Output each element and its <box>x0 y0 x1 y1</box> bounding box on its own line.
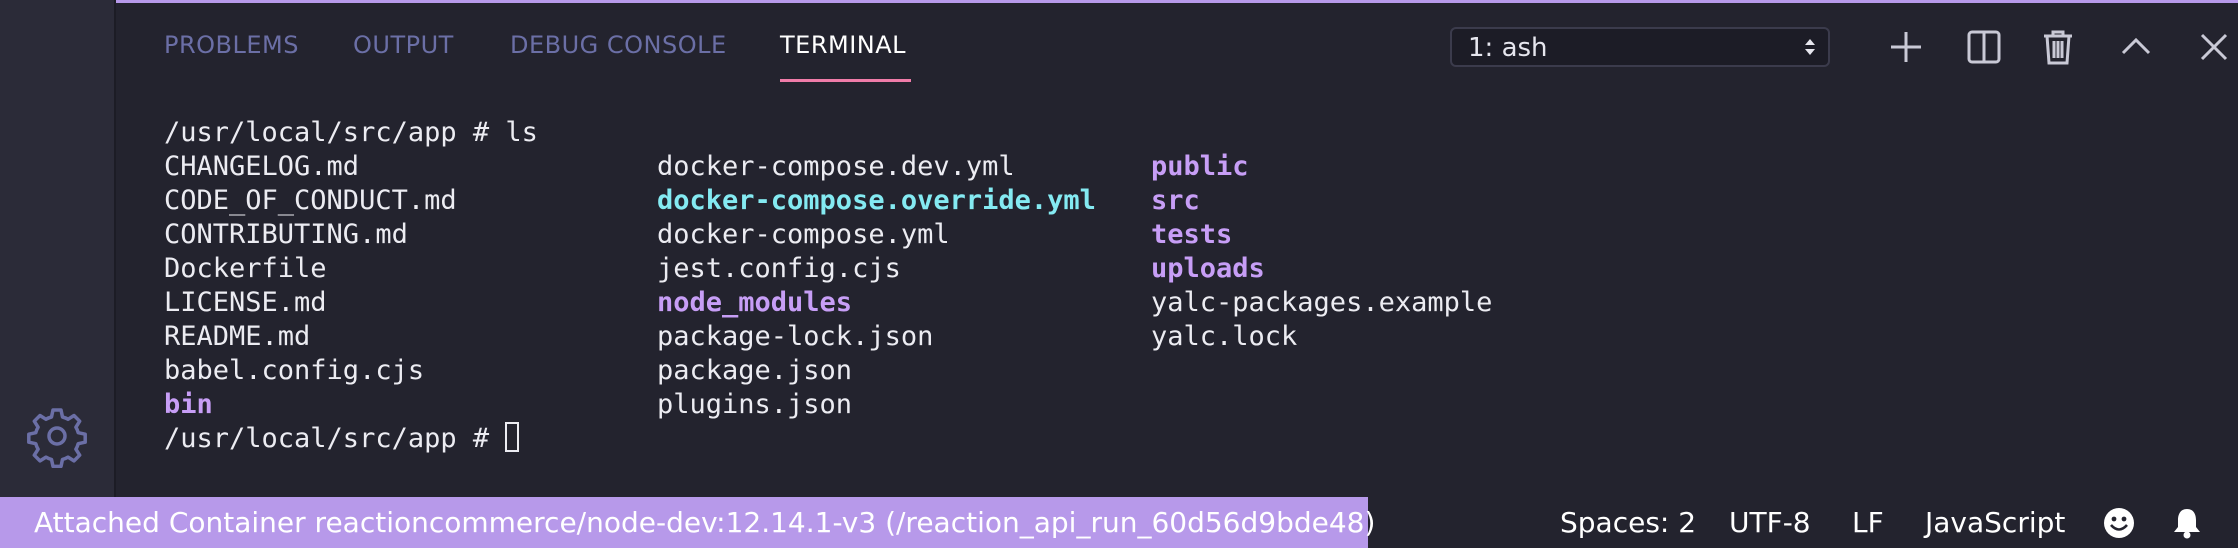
ls-entry: public <box>1151 151 1249 182</box>
terminal-select[interactable]: 1: ash <box>1450 27 1830 67</box>
indentation-status[interactable]: Spaces: 2 <box>1560 497 1696 548</box>
trash-icon[interactable] <box>2038 27 2078 67</box>
ls-column-1: CHANGELOG.md CODE_OF_CONDUCT.md CONTRIBUTI… <box>164 150 457 422</box>
tab-problems[interactable]: PROBLEMS <box>164 31 299 59</box>
ls-entry: README.md <box>164 321 311 352</box>
ls-entry: yalc-packages.example <box>1151 287 1493 318</box>
ls-entry: docker-compose.yml <box>657 219 950 250</box>
ls-column-2: docker-compose.dev.yml docker-compose.ove… <box>657 150 1096 422</box>
ls-entry: Dockerfile <box>164 253 327 284</box>
ls-entry: docker-compose.dev.yml <box>657 151 1015 182</box>
eol-status[interactable]: LF <box>1852 497 1884 548</box>
ls-entry: package-lock.json <box>657 321 934 352</box>
ls-entry: tests <box>1151 219 1233 250</box>
tab-terminal[interactable]: TERMINAL <box>780 31 906 59</box>
ls-entry: src <box>1151 185 1200 216</box>
chevron-up-icon[interactable] <box>2116 27 2156 67</box>
ls-entry: node_modules <box>657 287 853 318</box>
activity-bar <box>0 0 116 497</box>
terminal-command-line[interactable]: /usr/local/src/app # ls <box>164 116 538 150</box>
smiley-icon[interactable] <box>2102 506 2136 540</box>
close-icon[interactable] <box>2194 27 2234 67</box>
terminal-prompt: /usr/local/src/app # <box>164 117 506 148</box>
terminal-select-value: 1: ash <box>1468 33 1548 63</box>
active-tab-indicator <box>780 79 911 82</box>
tab-output[interactable]: OUTPUT <box>353 31 454 59</box>
plus-icon[interactable] <box>1886 27 1926 67</box>
tab-debug-console[interactable]: DEBUG CONSOLE <box>510 31 727 59</box>
terminal-cursor <box>505 422 520 452</box>
ls-entry: babel.config.cjs <box>164 355 425 386</box>
ls-entry: CONTRIBUTING.md <box>164 219 408 250</box>
remote-indicator[interactable]: Attached Container reactioncommerce/node… <box>0 497 1375 548</box>
ls-entry: plugins.json <box>657 389 853 420</box>
ls-entry: jest.config.cjs <box>657 253 901 284</box>
ls-entry: yalc.lock <box>1151 321 1298 352</box>
status-bar: Attached Container reactioncommerce/node… <box>0 497 2238 548</box>
ls-entry: bin <box>164 389 213 420</box>
bell-icon[interactable] <box>2170 506 2204 540</box>
ls-entry: docker-compose.override.yml <box>657 185 1096 216</box>
ls-entry: CODE_OF_CONDUCT.md <box>164 185 457 216</box>
language-status[interactable]: JavaScript <box>1925 497 2065 548</box>
ls-column-3: public src tests uploads yalc-packages.examp… <box>1151 150 1492 354</box>
ls-entry: uploads <box>1151 253 1265 284</box>
ls-entry: CHANGELOG.md <box>164 151 360 182</box>
remote-label: Attached Container reactioncommerce/node… <box>34 506 1376 539</box>
gear-icon[interactable] <box>25 404 89 468</box>
terminal-final-prompt: /usr/local/src/app # <box>164 423 506 454</box>
encoding-status[interactable]: UTF-8 <box>1729 497 1811 548</box>
terminal-input-line[interactable]: /usr/local/src/app # <box>164 422 520 456</box>
terminal-command: ls <box>505 117 538 148</box>
ls-entry: package.json <box>657 355 853 386</box>
split-icon[interactable] <box>1964 27 2004 67</box>
select-arrows-icon <box>1805 39 1815 55</box>
ls-entry: LICENSE.md <box>164 287 327 318</box>
